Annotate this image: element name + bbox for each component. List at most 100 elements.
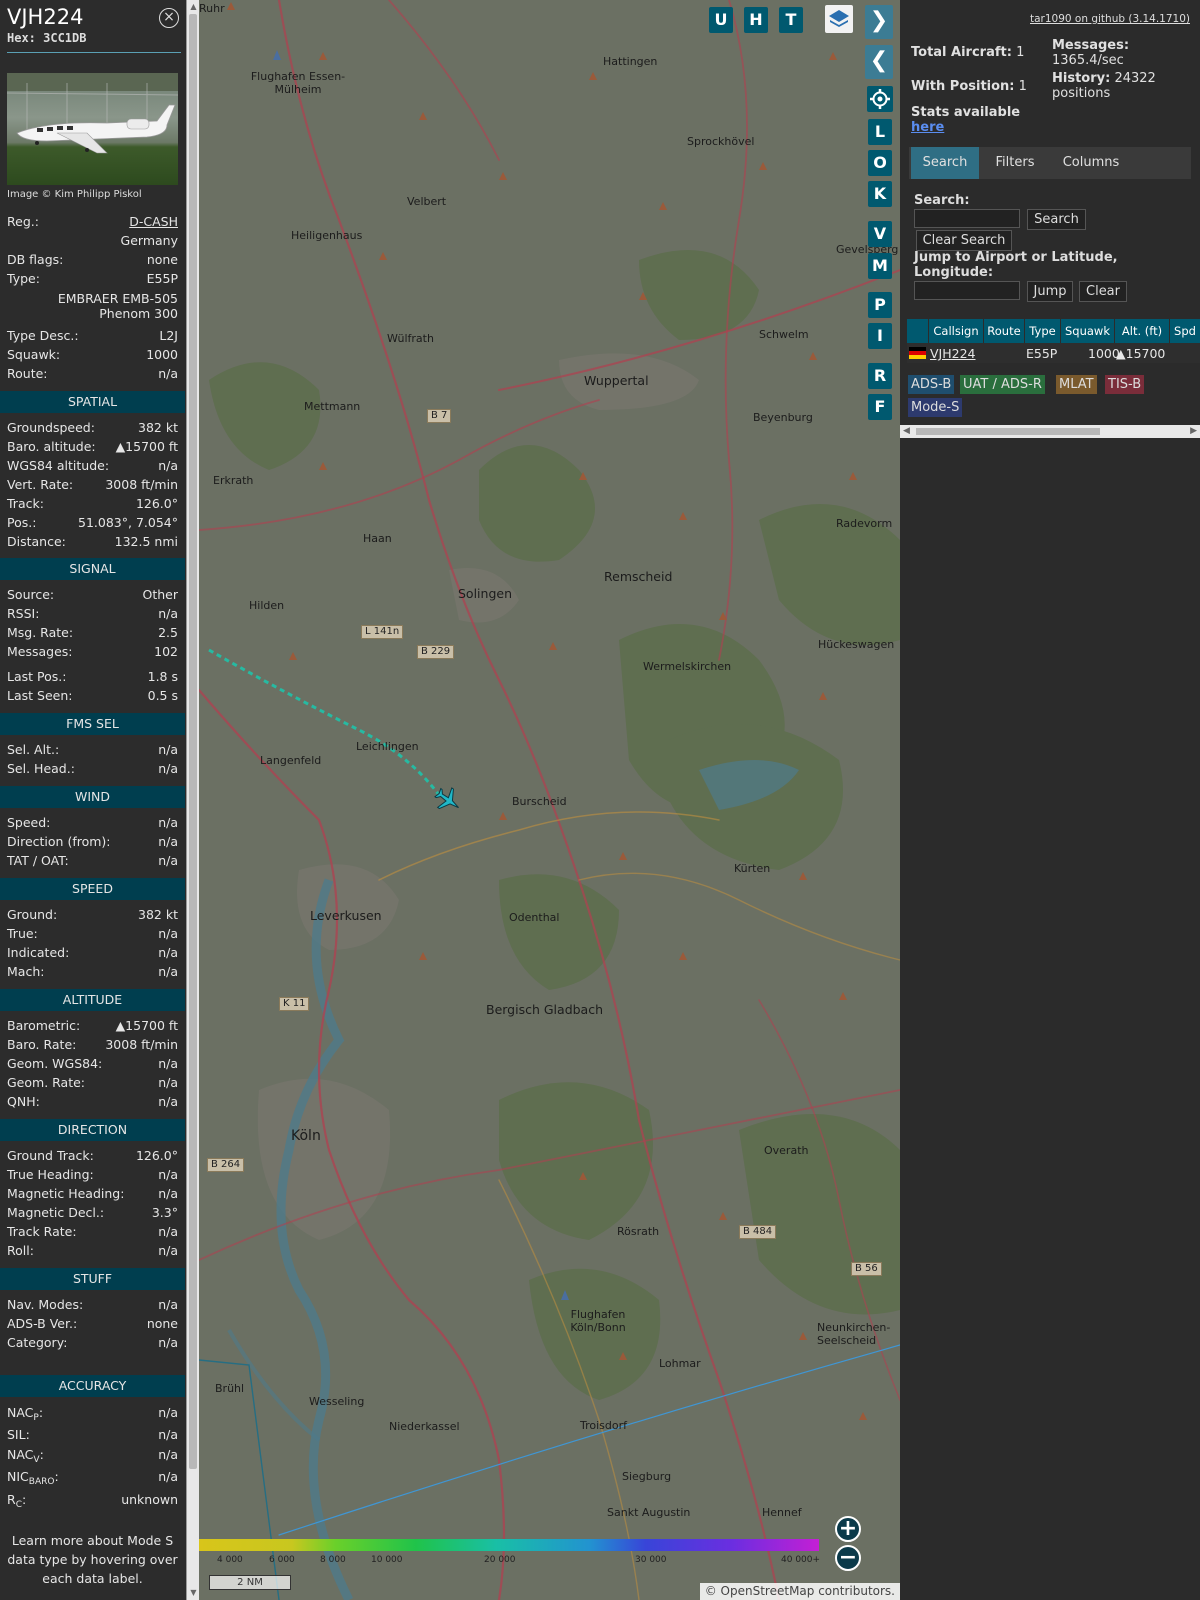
- info-row-value[interactable]: D-CASH: [129, 214, 178, 229]
- map-button-r[interactable]: R: [868, 363, 892, 389]
- sidebar-scrollbar[interactable]: ▲ ▼: [186, 0, 199, 1600]
- spatial-row: Groundspeed: 382 kt: [7, 420, 178, 438]
- column-speed[interactable]: Spd: [1170, 319, 1200, 343]
- column-altitude[interactable]: Alt. (ft): [1115, 319, 1169, 343]
- jump-button[interactable]: Jump: [1027, 281, 1073, 302]
- map-button-f[interactable]: F: [868, 394, 892, 420]
- city-label: Velbert: [407, 195, 447, 208]
- info-row: DB flags: none: [7, 252, 178, 270]
- zoom-in-button[interactable]: +: [835, 1516, 861, 1542]
- city-label: Flughafen Essen-Mülheim: [250, 70, 346, 96]
- tab-search[interactable]: Search: [911, 147, 979, 179]
- map-view[interactable]: Ruhr Flughafen Essen-Mülheim Hattingen Spro…: [199, 0, 900, 1600]
- info-row-label: Route:: [7, 366, 48, 381]
- map-button-p[interactable]: P: [868, 292, 892, 318]
- signal-row-value: 2.5: [158, 625, 178, 640]
- info-row: Germany: [7, 233, 178, 251]
- settings-button[interactable]: [867, 86, 893, 112]
- section-spatial: SPATIAL: [0, 391, 185, 413]
- info-row-value: Phenom 300: [99, 306, 178, 321]
- wind-row-label: Speed:: [7, 815, 51, 830]
- map-attribution[interactable]: © OpenStreetMap contributors.: [699, 1583, 900, 1600]
- column-type[interactable]: Type: [1025, 319, 1060, 343]
- stuff-row-value: n/a: [158, 1335, 178, 1350]
- column-squawk[interactable]: Squawk: [1061, 319, 1114, 343]
- city-label: Leichlingen: [356, 740, 419, 753]
- map-button-t[interactable]: T: [779, 7, 803, 33]
- direction-row-label: Magnetic Decl.:: [7, 1205, 105, 1220]
- tab-columns[interactable]: Columns: [1051, 147, 1131, 179]
- signal-row: Messages: 102: [7, 644, 178, 662]
- scroll-left-icon[interactable]: ◀: [903, 426, 910, 436]
- tar1090-github-link[interactable]: tar1090 on github (3.14.1710): [1030, 13, 1190, 25]
- info-row-value: EMBRAER EMB-505: [57, 291, 178, 306]
- expand-right-button[interactable]: ❯: [865, 5, 893, 39]
- aircraft-marker: [434, 787, 459, 810]
- info-row: Squawk: 1000: [7, 347, 178, 365]
- map-button-v[interactable]: V: [868, 221, 892, 247]
- tab-filters[interactable]: Filters: [984, 147, 1046, 179]
- city-label: Mettmann: [304, 400, 361, 413]
- city-label: Siegburg: [622, 1470, 672, 1483]
- direction-row-label: Track Rate:: [7, 1224, 77, 1239]
- search-input[interactable]: [914, 209, 1020, 228]
- clear-button[interactable]: Clear: [1079, 281, 1127, 302]
- layers-button[interactable]: [825, 5, 853, 33]
- city-label: Beyenburg: [753, 411, 813, 424]
- scroll-up-icon[interactable]: ▲: [189, 2, 198, 11]
- section-accuracy: ACCURACY: [0, 1375, 185, 1397]
- section-signal: SIGNAL: [0, 558, 185, 580]
- clear-search-button[interactable]: Clear Search: [916, 230, 1012, 251]
- fms-row: Sel. Alt.: n/a: [7, 742, 178, 760]
- city-label: Wuppertal: [584, 373, 649, 388]
- source-chip: UAT / ADS-R: [960, 375, 1045, 394]
- map-button-o[interactable]: O: [868, 150, 892, 176]
- total-aircraft-stat: Total Aircraft: 1: [911, 45, 1025, 60]
- source-chip: MLAT: [1056, 375, 1097, 394]
- map-button-u[interactable]: U: [709, 7, 733, 33]
- stats-link[interactable]: here: [911, 120, 944, 135]
- section-fms: FMS SEL: [0, 713, 185, 735]
- stuff-row-label: ADS-B Ver.:: [7, 1316, 78, 1331]
- info-row-label: DB flags:: [7, 252, 64, 267]
- direction-row-value: n/a: [158, 1243, 178, 1258]
- sidebar-scroll-thumb[interactable]: [189, 14, 197, 1469]
- city-label: Hennef: [762, 1506, 802, 1519]
- map-button-h[interactable]: H: [744, 7, 768, 33]
- road-label: B 56: [851, 1262, 882, 1276]
- city-label: Schwelm: [759, 328, 809, 341]
- map-button-m[interactable]: M: [868, 253, 892, 279]
- jet-image-icon: [7, 73, 178, 154]
- aircraft-photo[interactable]: [7, 73, 178, 185]
- scroll-right-icon[interactable]: ▶: [1190, 426, 1197, 436]
- section-direction: DIRECTION: [0, 1119, 185, 1141]
- source-chip: Mode-S: [908, 398, 963, 417]
- column-flag[interactable]: [907, 319, 928, 343]
- spatial-row-label: Pos.:: [7, 515, 37, 530]
- altitude-row-label: Barometric:: [7, 1018, 81, 1033]
- jump-input[interactable]: [914, 281, 1020, 300]
- fms-row-label: Sel. Alt.:: [7, 742, 60, 757]
- column-route[interactable]: Route: [984, 319, 1024, 343]
- table-horizontal-scrollbar[interactable]: ◀ ▶: [900, 425, 1200, 438]
- signal-row-value: 0.5 s: [147, 688, 178, 703]
- direction-row-label: Roll:: [7, 1243, 34, 1258]
- table-scroll-thumb[interactable]: [916, 428, 1100, 435]
- map-button-l[interactable]: L: [868, 119, 892, 145]
- road-label: L 141n: [361, 625, 404, 639]
- scale-bar: 2 NM: [209, 1575, 291, 1590]
- spatial-row: Pos.: 51.083°, 7.054°: [7, 515, 178, 533]
- map-button-i[interactable]: I: [868, 323, 892, 349]
- zoom-out-button[interactable]: −: [835, 1545, 861, 1571]
- info-row-label: Squawk:: [7, 347, 61, 362]
- collapse-left-button[interactable]: ❮: [865, 45, 893, 79]
- search-button[interactable]: Search: [1027, 209, 1086, 230]
- column-callsign[interactable]: Callsign: [929, 319, 983, 343]
- scroll-down-icon[interactable]: ▼: [189, 1588, 198, 1597]
- wind-row: TAT / OAT: n/a: [7, 853, 178, 871]
- map-button-k[interactable]: K: [868, 181, 892, 207]
- table-row[interactable]: VJH224 E55P 1000 ▲15700: [907, 343, 1200, 363]
- info-row-label: Reg.:: [7, 214, 39, 229]
- row-callsign[interactable]: VJH224: [930, 346, 976, 361]
- close-icon[interactable]: ×: [159, 8, 179, 28]
